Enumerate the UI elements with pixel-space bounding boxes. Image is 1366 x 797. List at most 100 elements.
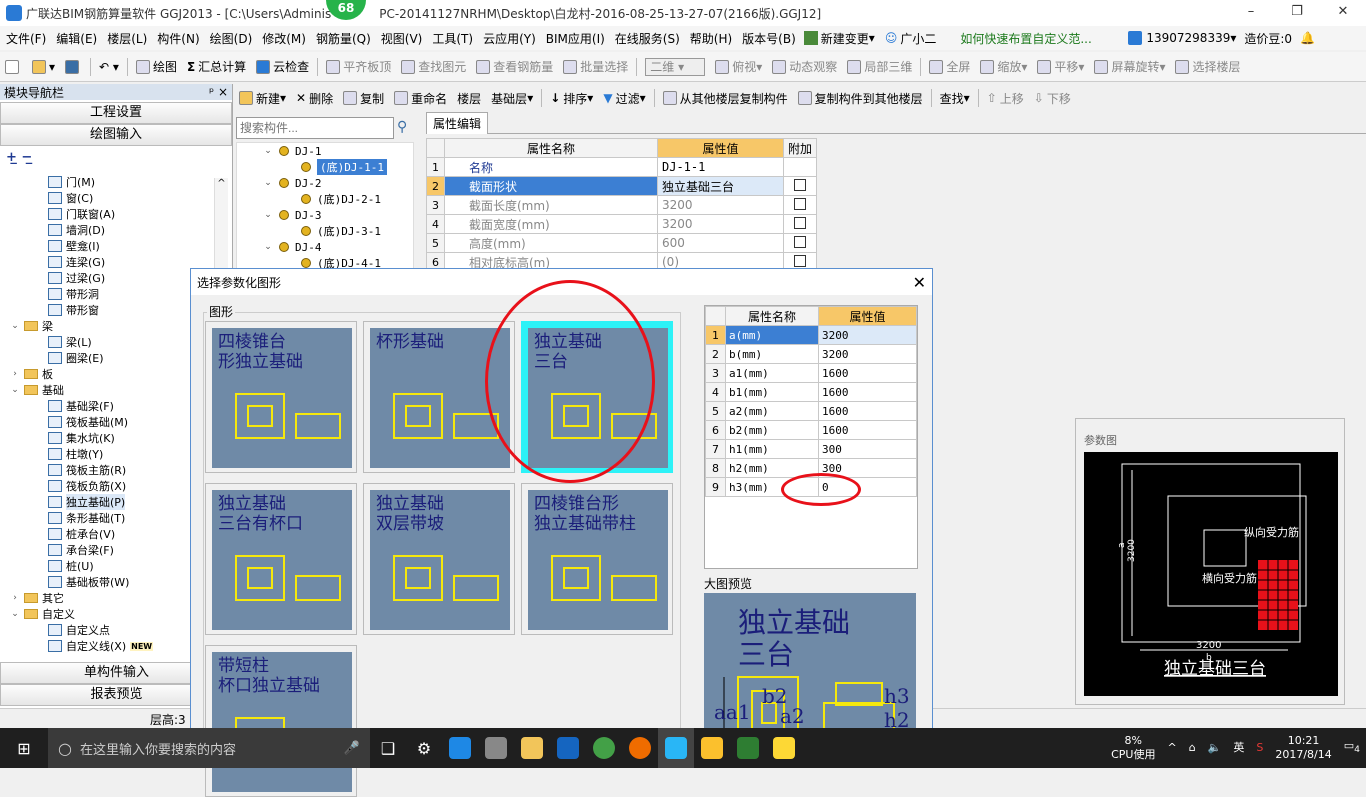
- property-row[interactable]: 2 截面形状 独立基础三台: [426, 176, 818, 196]
- component-search-input[interactable]: [236, 117, 394, 139]
- menu-item-0[interactable]: 文件(F): [0, 30, 50, 47]
- property-row[interactable]: 1 名称 DJ-1-1: [426, 157, 818, 177]
- menu-item-6[interactable]: 钢筋量(Q): [310, 30, 375, 47]
- pin-icon[interactable]: ᵖ: [209, 85, 214, 99]
- property-row[interactable]: 5 高度(mm) 600: [426, 233, 818, 253]
- component-tree-item-2[interactable]: ⌄ DJ-2: [237, 175, 413, 191]
- full-screen-button[interactable]: 全屏: [924, 58, 975, 75]
- clock[interactable]: 10:21 2017/8/14: [1269, 734, 1337, 762]
- shape-option-6[interactable]: 带短柱 杯口独立基础: [205, 645, 357, 797]
- expand-icon[interactable]: ›: [10, 369, 20, 379]
- task-view-icon[interactable]: ❑: [370, 728, 406, 768]
- menu-item-11[interactable]: 在线服务(S): [609, 30, 684, 47]
- view-mode-select[interactable]: 二维 ▾: [640, 57, 710, 76]
- tree-item-0[interactable]: 门(M): [0, 174, 233, 190]
- dialog-close-button[interactable]: ✕: [913, 273, 926, 292]
- screen-rotate-button[interactable]: 屏幕旋转 ▾: [1089, 58, 1170, 75]
- pan-button[interactable]: 平移 ▾: [1032, 58, 1089, 75]
- menu-item-7[interactable]: 视图(V): [375, 30, 427, 47]
- tab-property-edit[interactable]: 属性编辑: [426, 112, 489, 134]
- active-app-icon[interactable]: [658, 728, 694, 768]
- minimize-button[interactable]: –: [1228, 0, 1274, 24]
- menu-item-2[interactable]: 楼层(L): [101, 30, 151, 47]
- undo-icon[interactable]: ↶ ▾: [94, 60, 124, 74]
- expand-icon[interactable]: ⌄: [263, 178, 273, 188]
- menu-item-10[interactable]: BIM应用(I): [540, 30, 609, 47]
- move-up-button[interactable]: ⇧ 上移: [982, 90, 1029, 107]
- shape-option-4[interactable]: 独立基础 双层带坡: [363, 483, 515, 635]
- top-view-button[interactable]: 俯视 ▾: [710, 58, 767, 75]
- copy-component-button[interactable]: 复制: [338, 90, 389, 107]
- tree-item-1[interactable]: 窗(C): [0, 190, 233, 206]
- param-row[interactable]: 5 a2(mm) 1600: [705, 401, 917, 421]
- account-phone[interactable]: 13907298339 ▾: [1128, 31, 1236, 45]
- extra-checkbox[interactable]: [794, 235, 806, 248]
- param-value[interactable]: 1600: [818, 420, 917, 440]
- draw-button[interactable]: 绘图: [131, 58, 182, 75]
- component-tree-item-1[interactable]: (底)DJ-1-1: [237, 159, 413, 175]
- notification-icon[interactable]: ▭4: [1338, 739, 1366, 757]
- menu-item-1[interactable]: 编辑(E): [50, 30, 101, 47]
- param-value[interactable]: 1600: [818, 363, 917, 383]
- expand-icon[interactable]: ⌄: [10, 385, 20, 395]
- expand-icon[interactable]: ⌄: [263, 146, 273, 156]
- zaojiadou-balance[interactable]: 造价豆:0: [1244, 30, 1292, 47]
- param-value[interactable]: 3200: [818, 344, 917, 364]
- batch-select-button[interactable]: 批量选择: [558, 58, 633, 75]
- tip-link[interactable]: 如何快速布置自定义范...: [960, 30, 1108, 47]
- property-value[interactable]: DJ-1-1: [657, 157, 784, 177]
- help-app-icon[interactable]: [766, 728, 802, 768]
- expand-collapse-icon[interactable]: +̲ −̲: [6, 150, 32, 165]
- menu-item-3[interactable]: 构件(N): [151, 30, 203, 47]
- tray-chevron-icon[interactable]: ^: [1161, 741, 1182, 755]
- search-icon[interactable]: ⚲: [397, 119, 407, 135]
- component-tree-item-5[interactable]: (底)DJ-3-1: [237, 223, 413, 239]
- taskbar-search[interactable]: ○ 在这里输入你要搜索的内容 🎤: [48, 728, 370, 768]
- glodon-app-icon[interactable]: [550, 728, 586, 768]
- project-settings-button[interactable]: 工程设置: [0, 102, 232, 124]
- store-icon[interactable]: [478, 728, 514, 768]
- settings-app-icon[interactable]: ⚙: [406, 728, 442, 768]
- ime-indicator[interactable]: 英: [1227, 741, 1250, 755]
- property-row[interactable]: 4 截面宽度(mm) 3200: [426, 214, 818, 234]
- extra-checkbox[interactable]: [794, 254, 806, 267]
- performance-badge[interactable]: 68: [326, 0, 366, 20]
- green-app-icon[interactable]: [586, 728, 622, 768]
- drawing-input-button[interactable]: 绘图输入: [0, 124, 232, 146]
- filter-button[interactable]: ▼ 过滤 ▾: [598, 90, 650, 107]
- property-value[interactable]: 600: [657, 233, 784, 253]
- menu-item-8[interactable]: 工具(T): [426, 30, 477, 47]
- cpu-monitor[interactable]: 8% CPU使用: [1105, 734, 1161, 762]
- param-row[interactable]: 3 a1(mm) 1600: [705, 363, 917, 383]
- param-value[interactable]: 1600: [818, 382, 917, 402]
- copy-to-other-floor-button[interactable]: 复制构件到其他楼层: [793, 90, 928, 107]
- rename-button[interactable]: 重命名: [389, 90, 452, 107]
- tree-item-2[interactable]: 门联窗(A): [0, 206, 233, 222]
- expand-icon[interactable]: ⌄: [263, 210, 273, 220]
- param-row[interactable]: 6 b2(mm) 1600: [705, 420, 917, 440]
- view-rebar-button[interactable]: 查看钢筋量: [471, 58, 558, 75]
- tree-item-3[interactable]: 墙洞(D): [0, 222, 233, 238]
- volume-icon[interactable]: 🔈: [1202, 741, 1228, 755]
- local-3d-button[interactable]: 局部三维: [842, 58, 917, 75]
- find-element-button[interactable]: 查找图元: [396, 58, 471, 75]
- flat-slab-button[interactable]: 平齐板顶: [321, 58, 396, 75]
- close-button[interactable]: ✕: [1320, 0, 1366, 24]
- param-value[interactable]: 3200: [818, 325, 917, 345]
- component-tree-item-4[interactable]: ⌄ DJ-3: [237, 207, 413, 223]
- sogou-icon[interactable]: S: [1250, 741, 1269, 755]
- new-component-button[interactable]: 新建 ▾: [234, 90, 291, 107]
- explorer-icon[interactable]: [514, 728, 550, 768]
- sum-calc-button[interactable]: Σ 汇总计算: [182, 58, 251, 75]
- shape-option-3[interactable]: 独立基础 三台有杯口: [205, 483, 357, 635]
- menu-item-12[interactable]: 帮助(H): [684, 30, 736, 47]
- expand-icon[interactable]: ⌄: [10, 609, 20, 619]
- zoom-button[interactable]: 缩放 ▾: [975, 58, 1032, 75]
- menu-item-13[interactable]: 版本号(B): [736, 30, 800, 47]
- restore-button[interactable]: ❐: [1274, 0, 1320, 24]
- cloud-check-button[interactable]: 云检查: [251, 58, 314, 75]
- property-row[interactable]: 3 截面长度(mm) 3200: [426, 195, 818, 215]
- property-value[interactable]: 独立基础三台: [657, 176, 784, 196]
- expand-icon[interactable]: ›: [10, 593, 20, 603]
- new-file-icon[interactable]: [0, 59, 27, 74]
